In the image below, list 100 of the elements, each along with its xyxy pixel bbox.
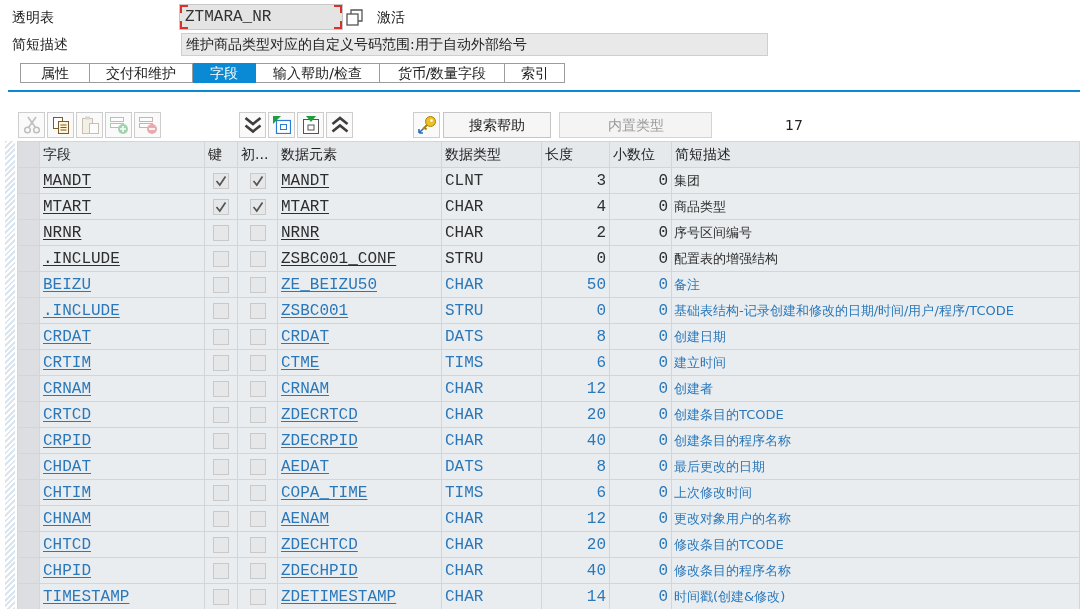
- checkbox[interactable]: [249, 251, 266, 267]
- table-cell: 修改条目的程序名称: [671, 557, 1080, 584]
- table-cell: 上次修改时间: [671, 479, 1080, 506]
- row-selector[interactable]: [17, 193, 40, 220]
- column-header[interactable]: 简短描述: [671, 141, 1080, 168]
- checkbox[interactable]: [249, 277, 266, 293]
- column-header[interactable]: 数据类型: [441, 141, 542, 168]
- checkbox[interactable]: [213, 485, 229, 501]
- table-cell: 8: [541, 323, 610, 350]
- stacked-squares-icon[interactable]: [346, 8, 363, 26]
- checkbox[interactable]: [213, 173, 229, 189]
- checkbox[interactable]: [213, 407, 229, 423]
- copy-button[interactable]: [47, 112, 74, 138]
- toolbar-button[interactable]: 搜索帮助: [443, 112, 551, 138]
- marked-frame-icon: [301, 116, 320, 134]
- row-selector[interactable]: [17, 323, 40, 350]
- table-cell: CHAR: [441, 193, 542, 220]
- row-selector[interactable]: [17, 531, 40, 558]
- tab[interactable]: 索引: [505, 63, 565, 83]
- checkbox[interactable]: [249, 329, 266, 345]
- checkbox[interactable]: [249, 563, 266, 579]
- data-element-link[interactable]: NRNR: [281, 223, 320, 242]
- table-cell: 基础表结构-记录创建和修改的日期/时间/用户/程序/TCODE: [671, 297, 1080, 324]
- checkbox[interactable]: [249, 589, 266, 605]
- row-selector[interactable]: [17, 375, 40, 402]
- checkbox[interactable]: [249, 537, 266, 553]
- checkbox[interactable]: [213, 563, 229, 579]
- checkbox[interactable]: [213, 251, 229, 267]
- checkbox[interactable]: [249, 433, 266, 449]
- row-selector[interactable]: [17, 297, 40, 324]
- checkbox[interactable]: [249, 173, 266, 189]
- checkbox[interactable]: [249, 407, 266, 423]
- row-selector[interactable]: [17, 427, 40, 454]
- checkbox[interactable]: [213, 589, 229, 605]
- checkbox[interactable]: [213, 329, 229, 345]
- checkbox[interactable]: [213, 199, 229, 215]
- table-cell: 40: [541, 427, 610, 454]
- checkbox[interactable]: [213, 537, 229, 553]
- checkbox[interactable]: [249, 511, 266, 527]
- tick-icon: [251, 201, 264, 213]
- tab[interactable]: 输入帮助/检查: [256, 63, 380, 83]
- checkbox[interactable]: [249, 355, 266, 371]
- row-selector[interactable]: [17, 505, 40, 532]
- row-selector[interactable]: [17, 245, 40, 272]
- marker-frame-button[interactable]: [297, 112, 324, 138]
- row-selector[interactable]: [17, 219, 40, 246]
- table-cell: 0: [541, 245, 610, 272]
- table-cell: 20: [541, 401, 610, 428]
- row-selector[interactable]: [17, 557, 40, 584]
- column-header[interactable]: 字段: [39, 141, 205, 168]
- table-name-field[interactable]: ZTMARA_NR: [179, 4, 343, 30]
- table-cell: STRU: [441, 297, 542, 324]
- table-cell: CHAR: [441, 557, 542, 584]
- column-header[interactable]: 数据元素: [277, 141, 442, 168]
- table-cell: 8: [541, 453, 610, 480]
- table-cell: 0: [541, 297, 610, 324]
- table-cell: DATS: [441, 323, 542, 350]
- tab[interactable]: 交付和维护: [90, 63, 193, 83]
- table-cell: CHAR: [441, 375, 542, 402]
- flag-frame-button[interactable]: [268, 112, 295, 138]
- tab[interactable]: 货币/数量字段: [380, 63, 505, 83]
- checkbox[interactable]: [213, 303, 229, 319]
- row-selector[interactable]: [17, 583, 40, 609]
- description-field[interactable]: 维护商品类型对应的自定义号码范围:用于自动外部给号: [181, 33, 768, 56]
- checkbox[interactable]: [249, 485, 266, 501]
- table-cell: 6: [541, 349, 610, 376]
- row-selector[interactable]: [17, 349, 40, 376]
- row-selector[interactable]: [17, 271, 40, 298]
- column-header[interactable]: 小数位: [609, 141, 672, 168]
- collapse-all-button[interactable]: [326, 112, 353, 138]
- checkbox[interactable]: [213, 381, 229, 397]
- checkbox[interactable]: [213, 433, 229, 449]
- row-selector[interactable]: [17, 453, 40, 480]
- field-link[interactable]: NRNR: [43, 223, 82, 242]
- checkbox[interactable]: [213, 225, 229, 241]
- tab[interactable]: 属性: [20, 63, 90, 83]
- column-header[interactable]: 键: [204, 141, 238, 168]
- table-cell: CHAR: [441, 401, 542, 428]
- column-header[interactable]: 初...: [237, 141, 278, 168]
- checkbox[interactable]: [249, 381, 266, 397]
- checkbox[interactable]: [249, 459, 266, 475]
- checkbox[interactable]: [213, 355, 229, 371]
- tab[interactable]: 字段: [193, 63, 256, 83]
- table-cell: 修改条目的TCODE: [671, 531, 1080, 558]
- field-label: 简短描述: [11, 35, 69, 54]
- expand-all-button[interactable]: [239, 112, 266, 138]
- checkbox[interactable]: [213, 459, 229, 475]
- checkbox[interactable]: [249, 199, 266, 215]
- row-selector[interactable]: [17, 401, 40, 428]
- checkbox[interactable]: [213, 511, 229, 527]
- data-element-link[interactable]: CTME: [281, 353, 320, 372]
- column-header[interactable]: 长度: [541, 141, 610, 168]
- add-row-icon: [109, 116, 128, 134]
- checkbox[interactable]: [249, 303, 266, 319]
- checkbox[interactable]: [249, 225, 266, 241]
- row-selector[interactable]: [17, 479, 40, 506]
- double-chevron-down-icon: [243, 116, 262, 134]
- key-button[interactable]: [413, 112, 440, 138]
- table-cell: 6: [541, 479, 610, 506]
- checkbox[interactable]: [213, 277, 229, 293]
